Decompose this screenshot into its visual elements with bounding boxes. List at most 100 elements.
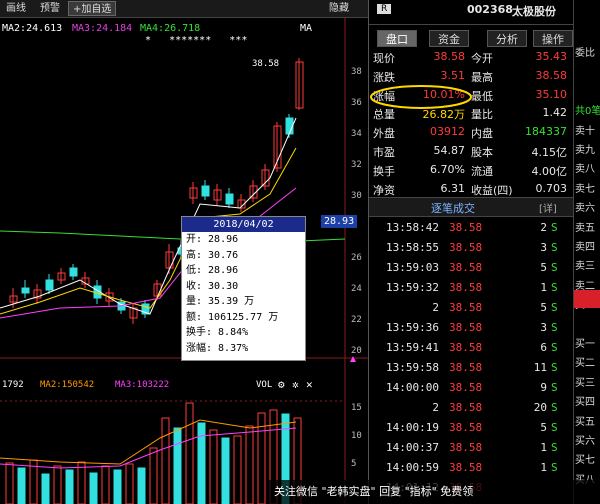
ma-label: MA (300, 23, 313, 34)
order-book-label: 卖七 (575, 183, 595, 195)
watermark-banner: 关注微信 "老韩实盘" 回复 "指标" 免费领 (268, 480, 600, 504)
candle-body (225, 193, 234, 205)
tooltip-turnover: 换手: 8.84% (186, 327, 249, 338)
order-book-label: 买一 (575, 339, 595, 350)
tick-row: 2 38.58 20 S (369, 401, 574, 422)
quote-label: 外盘 (373, 127, 395, 141)
tab-operate[interactable]: 操作 (533, 30, 573, 47)
highlight-ellipse (370, 85, 472, 109)
tick-volume: 11 (533, 361, 547, 374)
vol-value: 1792 (2, 380, 24, 390)
order-book-label: 卖八 (575, 164, 595, 176)
tick-side: S (551, 261, 558, 274)
quote-value: 54.87 (433, 144, 466, 157)
tick-time: 13:58:55 (386, 241, 439, 254)
tooltip-close: 收: 30.30 (186, 280, 239, 292)
tab-pankou[interactable]: 盘口 (377, 30, 417, 47)
tick-volume: 1 (540, 441, 547, 454)
vol-ma2-line (0, 419, 297, 465)
price-tick: 20 (351, 346, 362, 356)
order-book-label: 卖四 (575, 242, 595, 253)
tick-time: 13:59:32 (386, 281, 439, 294)
candle-tooltip: 2018/04/02 开: 28.96 高: 30.76 低: 28.96 收:… (181, 216, 306, 361)
tick-time: 2 (432, 401, 439, 414)
tick-price: 38.58 (449, 461, 483, 474)
tick-row: 13:58:55 38.58 3 S (369, 241, 574, 262)
order-book-label: 卖十 (575, 125, 595, 137)
tooltip-date: 2018/04/02 (182, 217, 305, 232)
tick-time: 14:00:19 (386, 421, 439, 434)
tooltip-low: 低: 28.96 (186, 265, 239, 276)
tick-price: 38.58 (449, 401, 483, 414)
tooltip-open: 开: 28.96 (186, 234, 239, 245)
gear-icon[interactable]: ✲ (292, 378, 299, 391)
quote-label: 今开 (471, 52, 493, 65)
tick-side: S (551, 341, 558, 354)
tick-row: 2 38.58 5 S (369, 301, 574, 322)
order-book-label: 买四 (575, 397, 595, 409)
price-tick: 26 (351, 253, 362, 263)
tick-volume: 9 (540, 381, 547, 394)
tick-row: 13:58:42 38.58 2 S (369, 221, 574, 242)
volume-bar (161, 417, 170, 504)
tooltip-volume: 量: 35.39 万 (186, 296, 255, 307)
current-price-tag: 28.93 (321, 215, 358, 228)
order-book-label: 卖五 (575, 222, 595, 234)
hide-button[interactable]: 隐藏 (325, 1, 353, 16)
tick-volume: 1 (540, 461, 547, 474)
tick-volume: 5 (540, 261, 547, 274)
settings-icon[interactable]: ⚙ (278, 378, 285, 391)
quote-value: 4.15亿 (531, 146, 568, 159)
volume-bar (185, 402, 194, 504)
tick-row: 13:59:41 38.58 6 S (369, 341, 574, 362)
volume-bar (197, 422, 206, 504)
quote-value: 35.10 (535, 87, 568, 101)
ma2-legend: MA2:24.613 (2, 23, 63, 34)
price-tick: 38 (351, 67, 362, 77)
add-watchlist-button[interactable]: +加自选 (68, 1, 117, 16)
volume-bar (209, 429, 218, 504)
order-book-label: 委比 (575, 48, 595, 59)
order-book-label: 卖九 (575, 145, 595, 156)
quote-value: 184337 (525, 125, 567, 139)
volume-bar (221, 437, 230, 504)
quote-label: 涨跌 (373, 70, 395, 84)
tick-row: 13:59:36 38.58 3 S (369, 321, 574, 342)
volume-bar (41, 473, 50, 504)
quote-label: 最高 (471, 70, 493, 84)
price-tick: 30 (351, 191, 362, 201)
order-book-label: 卖六 (575, 203, 595, 215)
quote-label: 内盘 (471, 127, 493, 141)
tick-side: S (551, 241, 558, 254)
tick-price: 38.58 (449, 221, 483, 234)
tick-side: S (551, 301, 558, 314)
tick-price: 38.58 (449, 421, 483, 434)
alert-button[interactable]: 预警 (36, 1, 64, 16)
draw-line-button[interactable]: 画线 (2, 1, 30, 16)
ticks-detail-link[interactable]: [详] (539, 200, 557, 215)
high-price-label: 38.58 (252, 59, 280, 69)
tick-row: 14:00:19 38.58 5 S (369, 421, 574, 442)
volume-bar (17, 467, 26, 504)
tick-volume: 6 (540, 341, 547, 354)
volume-bar (77, 461, 86, 504)
price-tick: 32 (351, 160, 362, 170)
quote-panel: R 002368 太极股份 盘口 资金 分析 操作 现价 38.58 今开 35.43… (368, 0, 574, 504)
candle-body (21, 287, 30, 294)
tab-analysis[interactable]: 分析 (487, 30, 527, 47)
order-book-column: 委比共0笔卖十卖九卖八卖七卖六卖五卖四卖三卖二卖一买一买二买三买四买五买六买七买… (573, 0, 600, 504)
volume-bar (137, 467, 146, 504)
signal-stars: * ******* *** (145, 35, 248, 46)
tab-funds[interactable]: 资金 (429, 30, 469, 47)
tick-side: S (551, 361, 558, 374)
tick-price: 38.58 (449, 321, 483, 334)
quote-value: 38.58 (433, 50, 466, 63)
candle-body (69, 267, 78, 277)
close-icon[interactable]: ✕ (306, 378, 313, 391)
tick-price: 38.58 (449, 281, 483, 294)
ma4-legend: MA4:26.718 (140, 23, 201, 34)
quote-value: 38.58 (535, 68, 568, 82)
tick-row: 13:59:03 38.58 5 S (369, 261, 574, 282)
order-book-label: 卖三 (575, 261, 595, 273)
tick-time: 14:00:00 (386, 381, 439, 394)
